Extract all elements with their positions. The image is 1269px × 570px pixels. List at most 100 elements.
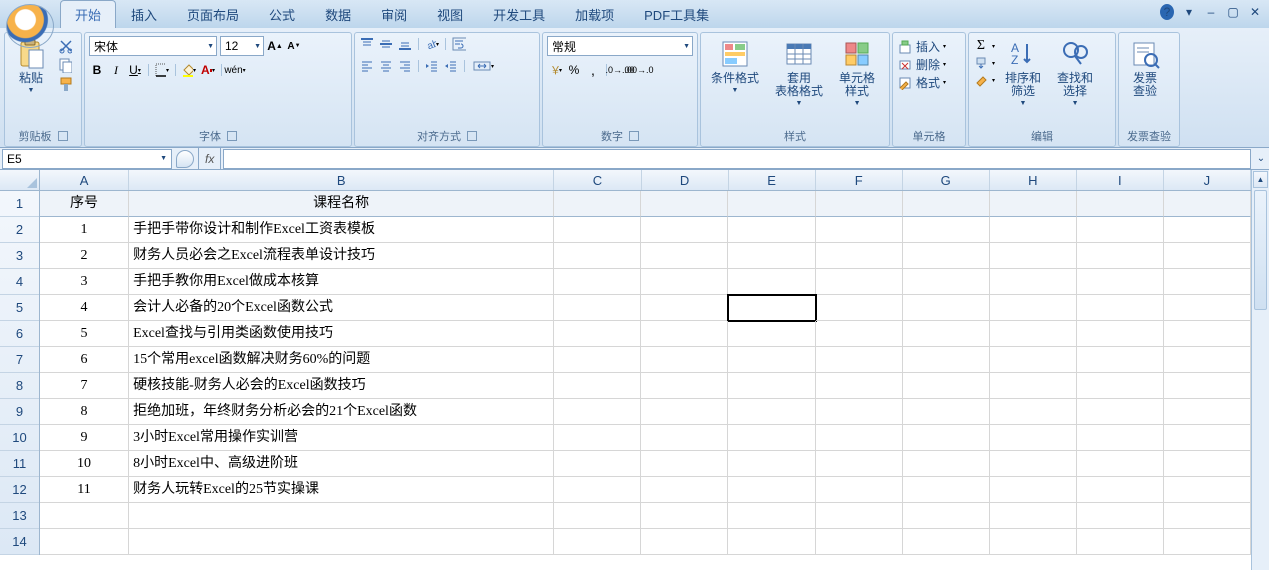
cell-B13[interactable] — [129, 503, 554, 529]
row-header-6[interactable]: 6 — [0, 321, 39, 347]
restore-window-icon[interactable]: ▢ — [1225, 4, 1241, 20]
row-header-10[interactable]: 10 — [0, 425, 39, 451]
find-select-button[interactable]: 查找和 选择 ▼ — [1051, 36, 1099, 109]
cell-E7[interactable] — [728, 347, 815, 373]
vertical-scrollbar[interactable]: ▲ — [1251, 170, 1269, 570]
formula-input[interactable] — [223, 149, 1251, 169]
cell-H11[interactable] — [990, 451, 1077, 477]
phonetic-icon[interactable]: wén▾ — [227, 62, 243, 78]
percent-icon[interactable]: % — [566, 62, 582, 78]
cell-I10[interactable] — [1077, 425, 1164, 451]
column-header-G[interactable]: G — [903, 170, 990, 190]
cell-styles-button[interactable]: 单元格 样式 ▼ — [833, 36, 881, 109]
cell-D6[interactable] — [641, 321, 728, 347]
cell-A5[interactable]: 4 — [40, 295, 129, 321]
cell-E6[interactable] — [728, 321, 815, 347]
close-window-icon[interactable]: ✕ — [1247, 4, 1263, 20]
row-header-14[interactable]: 14 — [0, 529, 39, 555]
conditional-formatting-button[interactable]: 条件格式 ▼ — [705, 36, 765, 96]
cell-E5[interactable] — [728, 295, 815, 321]
align-bottom-icon[interactable] — [397, 36, 413, 52]
increase-indent-icon[interactable] — [443, 58, 459, 74]
cell-J6[interactable] — [1164, 321, 1251, 347]
tab-8[interactable]: 加载项 — [560, 0, 629, 28]
tab-3[interactable]: 公式 — [254, 0, 310, 28]
expand-formula-bar-icon[interactable]: ⌄ — [1253, 153, 1269, 164]
sort-filter-button[interactable]: AZ 排序和 筛选 ▼ — [999, 36, 1047, 109]
fill-button[interactable]: ▾ — [973, 55, 995, 71]
cell-B7[interactable]: 15个常用excel函数解决财务60%的问题 — [129, 347, 554, 373]
cell-C6[interactable] — [554, 321, 641, 347]
cell-H9[interactable] — [990, 399, 1077, 425]
cell-H8[interactable] — [990, 373, 1077, 399]
cell-C3[interactable] — [554, 243, 641, 269]
cell-C4[interactable] — [554, 269, 641, 295]
cell-A10[interactable]: 9 — [40, 425, 129, 451]
cell-D14[interactable] — [641, 529, 728, 555]
invoice-check-button[interactable]: 发票 查验 — [1123, 36, 1167, 100]
align-middle-icon[interactable] — [378, 36, 394, 52]
cell-H2[interactable] — [990, 217, 1077, 243]
cell-J5[interactable] — [1164, 295, 1251, 321]
tab-9[interactable]: PDF工具集 — [629, 0, 724, 28]
cell-A13[interactable] — [40, 503, 129, 529]
cell-D1[interactable] — [641, 191, 728, 217]
font-size-combo[interactable]: 12▼ — [220, 36, 264, 56]
currency-icon[interactable]: ￥▾ — [547, 62, 563, 78]
cell-C8[interactable] — [554, 373, 641, 399]
cell-H4[interactable] — [990, 269, 1077, 295]
cell-E1[interactable] — [728, 191, 815, 217]
tab-7[interactable]: 开发工具 — [478, 0, 560, 28]
cell-I12[interactable] — [1077, 477, 1164, 503]
cell-F13[interactable] — [816, 503, 903, 529]
cell-F4[interactable] — [816, 269, 903, 295]
cell-F9[interactable] — [816, 399, 903, 425]
cell-F12[interactable] — [816, 477, 903, 503]
cell-B2[interactable]: 手把手带你设计和制作Excel工资表模板 — [129, 217, 554, 243]
tab-2[interactable]: 页面布局 — [172, 0, 254, 28]
cell-A1[interactable]: 序号 — [40, 191, 129, 217]
copy-icon[interactable] — [57, 57, 73, 73]
cell-I3[interactable] — [1077, 243, 1164, 269]
cell-G1[interactable] — [903, 191, 990, 217]
tab-4[interactable]: 数据 — [310, 0, 366, 28]
row-header-2[interactable]: 2 — [0, 217, 39, 243]
autosum-button[interactable]: Σ▾ — [973, 38, 995, 54]
merge-center-icon[interactable]: ▾ — [470, 58, 497, 74]
cell-B14[interactable] — [129, 529, 554, 555]
cut-icon[interactable] — [57, 38, 73, 54]
cell-E10[interactable] — [728, 425, 815, 451]
cell-J1[interactable] — [1164, 191, 1251, 217]
row-header-1[interactable]: 1 — [0, 191, 39, 217]
cell-J8[interactable] — [1164, 373, 1251, 399]
cell-D8[interactable] — [641, 373, 728, 399]
column-header-B[interactable]: B — [129, 170, 554, 190]
dialog-launcher-icon[interactable] — [629, 131, 639, 141]
cell-H5[interactable] — [990, 295, 1077, 321]
cell-J2[interactable] — [1164, 217, 1251, 243]
cell-grid[interactable]: 序号课程名称1手把手带你设计和制作Excel工资表模板2财务人员必会之Excel… — [40, 191, 1251, 555]
tab-0[interactable]: 开始 — [60, 0, 116, 28]
align-left-icon[interactable] — [359, 58, 375, 74]
cell-D4[interactable] — [641, 269, 728, 295]
cell-G4[interactable] — [903, 269, 990, 295]
cell-I7[interactable] — [1077, 347, 1164, 373]
cell-C7[interactable] — [554, 347, 641, 373]
cell-A3[interactable]: 2 — [40, 243, 129, 269]
format-painter-icon[interactable] — [57, 76, 73, 92]
help-icon[interactable]: ? — [1159, 4, 1175, 20]
cell-A11[interactable]: 10 — [40, 451, 129, 477]
cell-F14[interactable] — [816, 529, 903, 555]
cell-F3[interactable] — [816, 243, 903, 269]
cell-D12[interactable] — [641, 477, 728, 503]
decrease-decimal-icon[interactable]: .00→.0 — [631, 62, 647, 78]
minimize-ribbon-icon[interactable]: ▾ — [1181, 4, 1197, 20]
column-header-H[interactable]: H — [990, 170, 1077, 190]
cell-I14[interactable] — [1077, 529, 1164, 555]
cell-F11[interactable] — [816, 451, 903, 477]
cancel-formula-icon[interactable] — [176, 150, 194, 168]
cell-D3[interactable] — [641, 243, 728, 269]
row-header-3[interactable]: 3 — [0, 243, 39, 269]
cell-G2[interactable] — [903, 217, 990, 243]
column-header-D[interactable]: D — [642, 170, 729, 190]
